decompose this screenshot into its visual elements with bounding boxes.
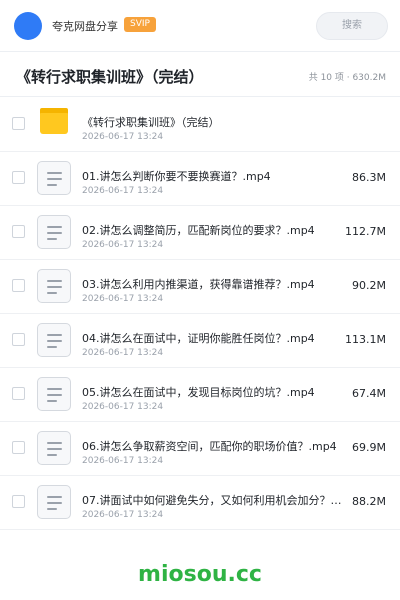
file-name: 02.讲怎么调整简历，匹配新岗位的要求？.mp4	[82, 224, 315, 237]
list-item[interactable]: 05.讲怎么在面试中，发现目标岗位的坑？.mp4 2026-06-17 13:2…	[0, 368, 400, 422]
folder-meta: 共 10 项 · 630.2M	[308, 73, 386, 83]
file-size: 69.9M	[352, 441, 386, 454]
video-file-icon	[37, 323, 71, 357]
file-size: 88.2M	[352, 495, 386, 508]
file-name: 03.讲怎么利用内推渠道，获得靠谱推荐？.mp4	[82, 278, 315, 291]
file-size: 90.2M	[352, 279, 386, 292]
list-item[interactable]: 06.讲怎么争取薪资空间，匹配你的职场价值？.mp4 2026-06-17 13…	[0, 422, 400, 476]
video-file-icon	[37, 377, 71, 411]
search-button[interactable]: 搜索	[316, 12, 388, 40]
file-date: 2026-06-17 13:24	[82, 348, 164, 358]
file-name: 05.讲怎么在面试中，发现目标岗位的坑？.mp4	[82, 386, 315, 399]
file-name: 06.讲怎么争取薪资空间，匹配你的职场价值？.mp4	[82, 440, 337, 453]
checkbox[interactable]	[12, 441, 25, 454]
file-name: 07.讲面试中如何避免失分，又如何利用机会加分？.mp4	[82, 494, 344, 507]
checkbox[interactable]	[12, 387, 25, 400]
list-item-folder[interactable]: 《转行求职集训班》（完结） 2026-06-17 13:24	[0, 98, 400, 152]
file-size: 113.1M	[345, 333, 386, 346]
list-item[interactable]: 04.讲怎么在面试中，证明你能胜任岗位？.mp4 2026-06-17 13:2…	[0, 314, 400, 368]
file-date: 2026-06-17 13:24	[82, 186, 164, 196]
app-header: 夸克网盘分享 SVIP 搜索	[0, 0, 400, 52]
page-title: 《转行求职集训班》（完结）	[16, 68, 204, 86]
file-name: 01.讲怎么判断你要不要换赛道？.mp4	[82, 170, 271, 183]
file-date: 2026-06-17 13:24	[82, 132, 164, 142]
list-item[interactable]: 02.讲怎么调整简历，匹配新岗位的要求？.mp4 2026-06-17 13:2…	[0, 206, 400, 260]
checkbox[interactable]	[12, 225, 25, 238]
video-file-icon	[37, 215, 71, 249]
file-date: 2026-06-17 13:24	[82, 510, 164, 520]
file-name: 04.讲怎么在面试中，证明你能胜任岗位？.mp4	[82, 332, 315, 345]
video-file-icon	[37, 485, 71, 519]
file-name: 《转行求职集训班》（完结）	[82, 116, 220, 129]
checkbox[interactable]	[12, 333, 25, 346]
folder-icon	[37, 107, 71, 141]
user-name[interactable]: 夸克网盘分享	[52, 18, 118, 34]
checkbox[interactable]	[12, 495, 25, 508]
file-date: 2026-06-17 13:24	[82, 456, 164, 466]
checkbox[interactable]	[12, 279, 25, 292]
title-bar: 《转行求职集训班》（完结） 共 10 项 · 630.2M	[0, 53, 400, 97]
site-watermark: miosou.cc	[138, 562, 262, 587]
file-date: 2026-06-17 13:24	[82, 294, 164, 304]
video-file-icon	[37, 269, 71, 303]
file-date: 2026-06-17 13:24	[82, 240, 164, 250]
file-size: 67.4M	[352, 387, 386, 400]
checkbox[interactable]	[12, 171, 25, 184]
file-date: 2026-06-17 13:24	[82, 402, 164, 412]
video-file-icon	[37, 431, 71, 465]
list-item[interactable]: 03.讲怎么利用内推渠道，获得靠谱推荐？.mp4 2026-06-17 13:2…	[0, 260, 400, 314]
video-file-icon	[37, 161, 71, 195]
list-item[interactable]: 01.讲怎么判断你要不要换赛道？.mp4 2026-06-17 13:24 86…	[0, 152, 400, 206]
svip-badge: SVIP	[124, 17, 156, 32]
file-size: 112.7M	[345, 225, 386, 238]
checkbox[interactable]	[12, 117, 25, 130]
list-item[interactable]: 07.讲面试中如何避免失分，又如何利用机会加分？.mp4 2026-06-17 …	[0, 476, 400, 530]
avatar[interactable]	[14, 12, 42, 40]
file-size: 86.3M	[352, 171, 386, 184]
